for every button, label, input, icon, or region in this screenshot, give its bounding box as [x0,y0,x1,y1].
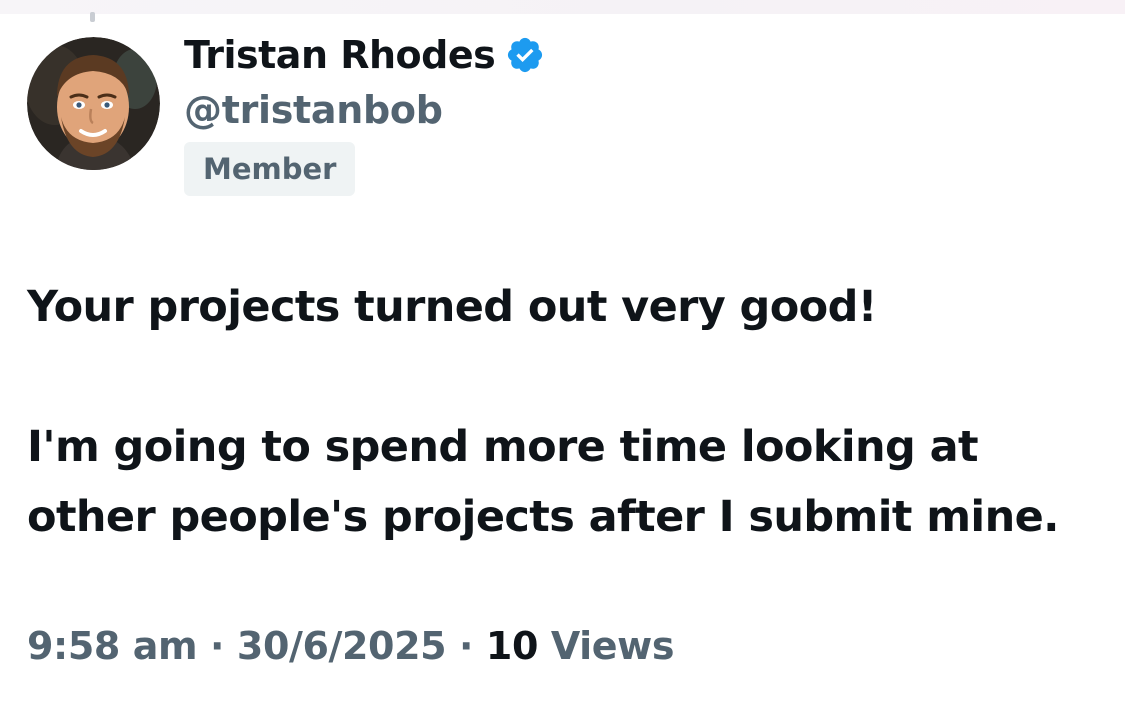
avatar-illustration [27,37,160,170]
tweet-meta: 9:58 am · 30/6/2025 · 10 Views [27,624,675,668]
top-divider-mark [90,12,95,22]
avatar[interactable] [27,37,160,170]
tweet-line: other people's projects after I submit m… [27,492,1059,542]
tweet-line: Your projects turned out very good! [27,282,877,332]
tweet-text: Your projects turned out very good! I'm … [27,272,1107,552]
member-badge-label: Member [203,152,337,186]
views-label: Views [550,624,675,668]
user-handle[interactable]: @tristanbob [184,88,443,132]
tweet-time[interactable]: 9:58 am [27,624,198,668]
top-strip [0,0,1125,14]
display-name-row[interactable]: Tristan Rhodes [184,33,545,77]
tweet-date[interactable]: 30/6/2025 [237,624,447,668]
meta-separator: · [459,624,474,668]
tweet-line-blank [27,342,1107,412]
tweet-line: I'm going to spend more time looking at [27,422,979,472]
meta-separator: · [210,624,225,668]
views-count: 10 [485,624,538,668]
verified-badge-icon [508,37,543,73]
display-name[interactable]: Tristan Rhodes [184,33,496,77]
member-badge[interactable]: Member [184,142,356,196]
